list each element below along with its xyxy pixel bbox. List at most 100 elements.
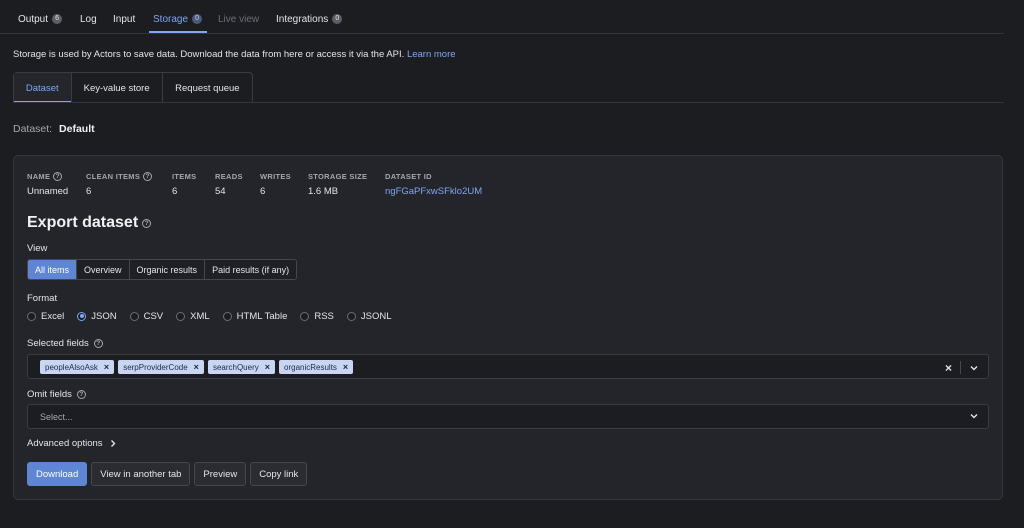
tab-label: Storage bbox=[153, 13, 189, 25]
radio-icon bbox=[222, 311, 232, 321]
count-badge: 0 bbox=[332, 14, 343, 24]
tab-input[interactable]: Input bbox=[113, 12, 135, 26]
dataset-card: NAME? Unnamed CLEAN ITEMS? 6 ITEMS 6 REA… bbox=[13, 155, 1003, 500]
chevron-right-icon bbox=[110, 440, 116, 447]
stat-label: READS bbox=[215, 172, 243, 181]
learn-more-link[interactable]: Learn more bbox=[407, 49, 456, 60]
stat-value: 54 bbox=[215, 186, 226, 197]
stat-value: 6 bbox=[172, 186, 178, 197]
chip-label: serpProviderCode bbox=[123, 362, 188, 372]
stat-reads: READS 54 bbox=[215, 172, 243, 197]
stat-label: NAME bbox=[27, 172, 51, 181]
format-csv[interactable]: CSV bbox=[129, 311, 163, 322]
radio-label: Excel bbox=[41, 310, 65, 322]
help-icon[interactable]: ? bbox=[142, 218, 152, 228]
tab-output[interactable]: Output 6 bbox=[18, 12, 63, 26]
format-html-table[interactable]: HTML Table bbox=[222, 310, 288, 322]
view-option-paid-results[interactable]: Paid results (if any) bbox=[205, 260, 297, 279]
copy-link-button[interactable]: Copy link bbox=[250, 462, 308, 486]
stat-dataset-id: DATASET ID ngFGaPFxwSFklo2UM bbox=[385, 172, 482, 197]
selected-fields-label: Selected fields ? bbox=[27, 338, 103, 349]
field-chip: serpProviderCode × bbox=[118, 360, 204, 374]
tab-label: Integrations bbox=[276, 13, 329, 25]
omit-fields-label: Omit fields ? bbox=[27, 389, 86, 400]
chip-label: peopleAlsoAsk bbox=[45, 362, 98, 372]
view-option-all-items[interactable]: All items bbox=[28, 260, 78, 279]
format-excel[interactable]: Excel bbox=[27, 311, 64, 322]
tab-storage[interactable]: Storage 0 bbox=[153, 12, 203, 26]
radio-label: JSON bbox=[91, 310, 117, 322]
help-icon[interactable]: ? bbox=[53, 172, 63, 181]
intro-text: Storage is used by Actors to save data. … bbox=[13, 49, 405, 60]
radio-icon bbox=[300, 311, 310, 321]
stat-name: NAME? Unnamed bbox=[27, 172, 68, 197]
field-controls: × bbox=[945, 361, 979, 374]
storage-subtabs: Dataset Key-value store Request queue bbox=[13, 72, 253, 103]
active-tab-indicator bbox=[149, 31, 207, 33]
radio-label: RSS bbox=[314, 310, 334, 322]
subtab-request-queue[interactable]: Request queue bbox=[163, 73, 252, 103]
field-chip: searchQuery × bbox=[207, 360, 275, 374]
subtab-key-value-store[interactable]: Key-value store bbox=[72, 73, 163, 103]
tab-log[interactable]: Log bbox=[80, 12, 97, 26]
radio-label: JSONL bbox=[360, 310, 392, 322]
download-button[interactable]: Download bbox=[27, 462, 88, 486]
selected-fields-label-text: Selected fields bbox=[27, 338, 89, 349]
remove-chip-icon[interactable]: × bbox=[104, 362, 109, 372]
advanced-options-toggle[interactable]: Advanced options bbox=[27, 438, 117, 449]
remove-chip-icon[interactable]: × bbox=[265, 362, 270, 372]
selected-fields-input[interactable]: peopleAlsoAsk × serpProviderCode × searchQ… bbox=[27, 354, 989, 379]
separator bbox=[960, 361, 961, 374]
dataset-id-link[interactable]: ngFGaPFxwSFklo2UM bbox=[385, 186, 482, 197]
stat-writes: WRITES 6 bbox=[260, 172, 291, 197]
subtab-dataset[interactable]: Dataset bbox=[14, 73, 72, 103]
format-xml[interactable]: XML bbox=[176, 311, 210, 322]
preview-button[interactable]: Preview bbox=[194, 462, 247, 486]
dataset-value: Default bbox=[59, 123, 95, 135]
help-icon[interactable]: ? bbox=[76, 390, 86, 399]
field-chip: peopleAlsoAsk × bbox=[40, 360, 115, 374]
format-json[interactable]: JSON bbox=[77, 310, 117, 322]
advanced-options-label: Advanced options bbox=[27, 438, 103, 449]
stat-value: 1.6 MB bbox=[308, 186, 339, 197]
radio-icon bbox=[346, 311, 356, 321]
radio-label: HTML Table bbox=[236, 310, 288, 322]
stat-label: WRITES bbox=[260, 172, 291, 181]
radio-selected-icon bbox=[77, 311, 87, 321]
remove-chip-icon[interactable]: × bbox=[194, 362, 199, 372]
help-icon[interactable]: ? bbox=[143, 172, 153, 181]
radio-icon bbox=[27, 311, 36, 321]
omit-fields-label-text: Omit fields bbox=[27, 389, 72, 400]
stat-label: CLEAN ITEMS bbox=[86, 172, 141, 181]
format-rss[interactable]: RSS bbox=[300, 311, 334, 322]
top-tab-bar: Output 6 Log Input Storage 0 Live view I… bbox=[0, 0, 1004, 34]
clear-icon[interactable]: × bbox=[945, 362, 952, 374]
chevron-down-icon[interactable] bbox=[969, 363, 979, 373]
dataset-key: Dataset: bbox=[13, 123, 53, 135]
format-jsonl[interactable]: JSONL bbox=[346, 310, 392, 322]
view-in-another-tab-button[interactable]: View in another tab bbox=[91, 462, 191, 486]
omit-fields-placeholder: Select... bbox=[40, 412, 73, 422]
help-icon[interactable]: ? bbox=[93, 339, 103, 348]
export-title: Export dataset ? bbox=[27, 214, 152, 232]
tab-label: Log bbox=[80, 13, 97, 25]
tab-integrations[interactable]: Integrations 0 bbox=[276, 12, 343, 26]
radio-icon bbox=[129, 311, 139, 321]
omit-fields-select[interactable]: Select... bbox=[27, 404, 989, 429]
chevron-down-icon[interactable] bbox=[969, 411, 979, 421]
stat-value: Unnamed bbox=[27, 186, 69, 197]
view-option-overview[interactable]: Overview bbox=[77, 260, 130, 279]
format-label: Format bbox=[27, 293, 58, 304]
stat-clean-items: CLEAN ITEMS? 6 bbox=[86, 172, 153, 197]
stat-items: ITEMS 6 bbox=[172, 172, 196, 197]
remove-chip-icon[interactable]: × bbox=[343, 362, 348, 372]
tab-live-view[interactable]: Live view bbox=[218, 12, 259, 26]
view-label: View bbox=[27, 243, 48, 254]
chip-label: organicResults bbox=[284, 362, 337, 372]
tab-label: Input bbox=[113, 13, 136, 25]
stat-value: 6 bbox=[86, 186, 92, 197]
stat-label: STORAGE SIZE bbox=[308, 172, 368, 181]
format-radio-group: Excel JSON CSV XML HTML Table RSS JSONL bbox=[27, 310, 405, 322]
view-option-organic-results[interactable]: Organic results bbox=[129, 260, 206, 279]
count-badge: 6 bbox=[52, 14, 63, 24]
